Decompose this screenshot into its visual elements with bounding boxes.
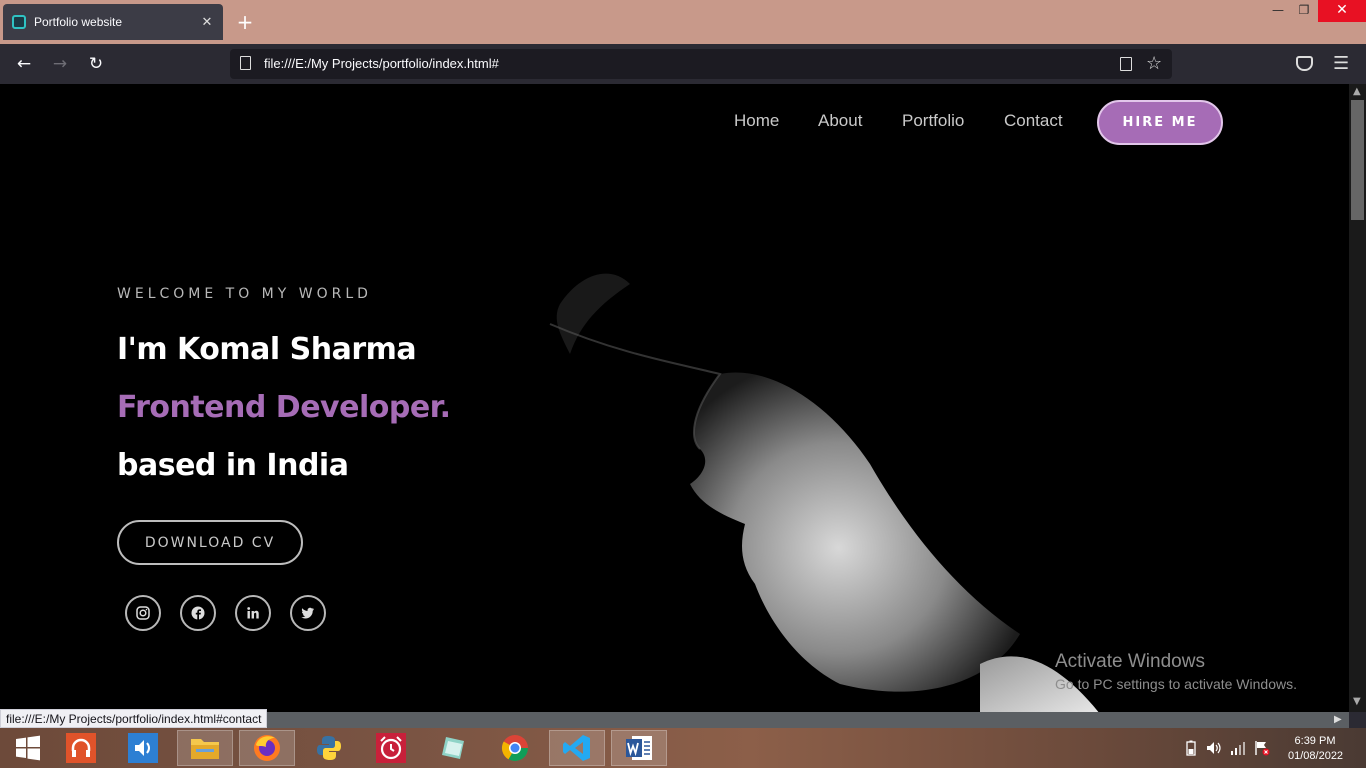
page-viewport: Home About Portfolio Contact HIRE ME WEL… xyxy=(0,84,1349,712)
twitter-icon[interactable] xyxy=(290,595,326,631)
scroll-down-icon[interactable]: ▼ xyxy=(1353,696,1361,707)
activate-windows-subtitle: Go to PC settings to activate Windows. xyxy=(1055,676,1297,692)
linkedin-icon[interactable] xyxy=(235,595,271,631)
minimize-icon[interactable]: — xyxy=(1264,0,1292,22)
restore-icon[interactable]: ❐ xyxy=(1290,0,1318,22)
vscode-icon[interactable] xyxy=(549,730,605,766)
chrome-icon[interactable] xyxy=(487,730,543,766)
browser-tab[interactable]: Portfolio website ✕ xyxy=(3,4,223,40)
tab-title: Portfolio website xyxy=(34,15,123,29)
action-center-flag-icon[interactable] xyxy=(1254,740,1272,756)
scroll-thumb[interactable] xyxy=(1351,100,1364,220)
headphones-app-icon[interactable] xyxy=(53,730,109,766)
windows-start-icon[interactable] xyxy=(0,730,56,766)
hire-me-button[interactable]: HIRE ME xyxy=(1097,100,1223,145)
nav-link-portfolio[interactable]: Portfolio xyxy=(902,111,964,131)
hero-role: Frontend Developer. xyxy=(117,390,451,425)
bookmark-star-icon[interactable]: ☆ xyxy=(1146,51,1162,77)
battery-icon[interactable] xyxy=(1186,740,1200,756)
status-link-preview: file:///E:/My Projects/portfolio/index.h… xyxy=(0,709,268,728)
activate-windows-title: Activate Windows xyxy=(1055,651,1205,672)
system-clock[interactable]: 6:39 PM 01/08/2022 xyxy=(1288,728,1344,768)
window-close-icon[interactable]: ✕ xyxy=(1318,0,1366,22)
hero-portrait-image xyxy=(549,273,1099,712)
forward-arrow-icon[interactable]: → xyxy=(48,52,72,76)
nav-link-contact[interactable]: Contact xyxy=(1004,111,1063,131)
notes-app-icon[interactable] xyxy=(425,730,481,766)
download-cv-button[interactable]: DOWNLOAD CV xyxy=(117,520,303,565)
file-explorer-icon[interactable] xyxy=(177,730,233,766)
alarm-clock-icon[interactable] xyxy=(363,730,419,766)
back-arrow-icon[interactable]: ← xyxy=(12,52,36,76)
windows-taskbar: 6:39 PM 01/08/2022 xyxy=(0,728,1366,768)
hero-location: based in India xyxy=(117,448,349,483)
close-tab-icon[interactable]: ✕ xyxy=(199,15,215,30)
welcome-tagline: WELCOME TO MY WORLD xyxy=(117,286,372,302)
clock-time: 6:39 PM xyxy=(1294,735,1336,747)
scroll-right-icon[interactable]: ▶ xyxy=(1334,712,1342,728)
address-bar[interactable]: file:///E:/My Projects/portfolio/index.h… xyxy=(230,49,1172,79)
pocket-icon[interactable] xyxy=(1296,56,1313,71)
site-favicon-icon xyxy=(12,15,26,29)
hamburger-menu-icon[interactable]: ☰ xyxy=(1333,53,1349,75)
firefox-icon[interactable] xyxy=(239,730,295,766)
reader-view-icon[interactable] xyxy=(1120,57,1132,71)
word-icon[interactable] xyxy=(611,730,667,766)
scroll-up-icon[interactable]: ▲ xyxy=(1353,86,1361,97)
nav-link-home[interactable]: Home xyxy=(734,111,779,131)
page-icon xyxy=(240,56,251,70)
facebook-icon[interactable] xyxy=(180,595,216,631)
new-tab-button[interactable]: + xyxy=(234,10,256,34)
nav-link-about[interactable]: About xyxy=(818,111,862,131)
clock-date: 01/08/2022 xyxy=(1288,750,1344,762)
instagram-icon[interactable] xyxy=(125,595,161,631)
python-icon[interactable] xyxy=(301,730,357,766)
reload-icon[interactable]: ↻ xyxy=(84,52,108,76)
scrollbar-corner xyxy=(1349,712,1366,728)
volume-app-icon[interactable] xyxy=(115,730,171,766)
browser-toolbar: ← → ↻ file:///E:/My Projects/portfolio/i… xyxy=(0,44,1366,84)
vertical-scrollbar[interactable]: ▲ ▼ xyxy=(1349,84,1366,712)
speaker-icon[interactable] xyxy=(1206,740,1224,756)
hero-name: I'm Komal Sharma xyxy=(117,332,417,367)
browser-titlebar: Portfolio website ✕ + — ❐ ✕ xyxy=(0,0,1366,44)
url-text[interactable]: file:///E:/My Projects/portfolio/index.h… xyxy=(264,49,499,79)
network-icon[interactable] xyxy=(1230,740,1248,756)
